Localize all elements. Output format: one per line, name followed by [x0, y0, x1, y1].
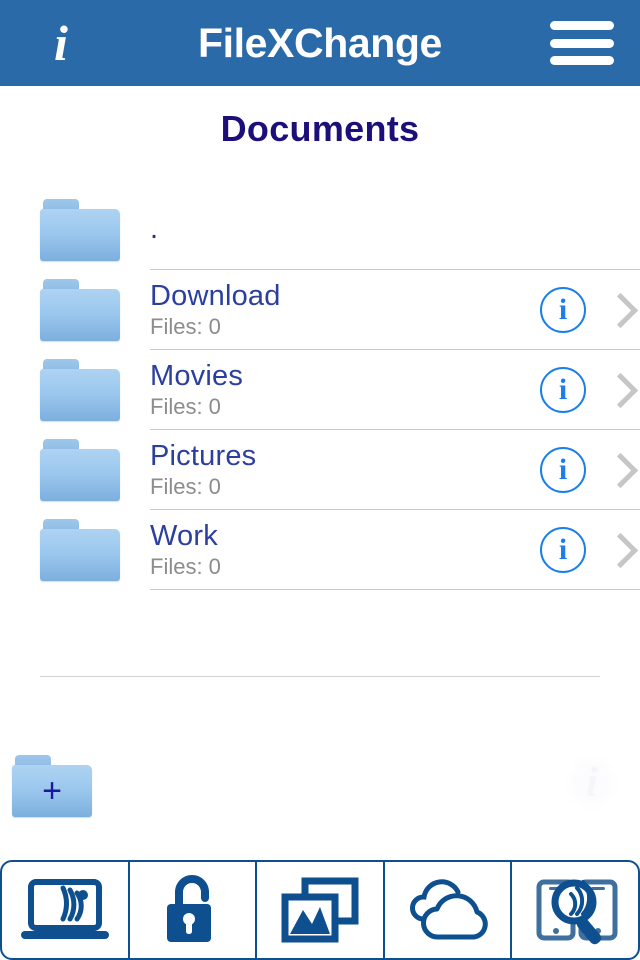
disabled-info-button[interactable]: i [566, 752, 618, 814]
gallery-images-icon [281, 877, 359, 943]
page-title: Documents [220, 108, 420, 149]
folder-icon [40, 279, 120, 341]
new-folder-icon: + [12, 755, 92, 817]
app-header: i FileXChange [0, 0, 640, 86]
info-icon[interactable]: i [540, 527, 586, 573]
info-icon[interactable]: i [540, 287, 586, 333]
folder-icon [40, 199, 120, 261]
list-item-actions: i [540, 510, 632, 590]
device-discovery-icon [536, 879, 618, 945]
list-item-text: Pictures Files: 0 i [150, 430, 640, 510]
list-item-actions: i [540, 350, 632, 430]
folder-name: . [150, 213, 159, 246]
list-divider [40, 676, 600, 677]
new-folder-button[interactable]: + [12, 755, 92, 817]
hamburger-bar [550, 38, 614, 48]
info-icon[interactable]: i [540, 367, 586, 413]
list-item-actions: i [540, 430, 632, 510]
chevron-right-icon[interactable] [606, 530, 632, 570]
info-icon[interactable]: i [540, 447, 586, 493]
list-item-text: Movies Files: 0 i [150, 350, 640, 430]
chevron-right-icon[interactable] [606, 290, 632, 330]
list-item[interactable]: Work Files: 0 i [0, 510, 640, 590]
laptop-wifi-icon [20, 879, 109, 939]
app-title: FileXChange [198, 19, 442, 66]
folder-icon [40, 359, 120, 421]
chevron-right-icon[interactable] [606, 370, 632, 410]
file-list: . Download Files: 0 i Movies Files: 0 i [0, 190, 640, 590]
chevron-right-icon[interactable] [606, 450, 632, 490]
list-item[interactable]: Download Files: 0 i [0, 270, 640, 350]
toolbar-button-laptop-wifi[interactable] [2, 862, 130, 958]
bottom-toolbar [0, 860, 640, 960]
folder-icon [40, 519, 120, 581]
toolbar-button-unlock[interactable] [130, 862, 258, 958]
list-item-text: . [150, 190, 640, 270]
plus-icon: + [42, 772, 62, 810]
info-icon[interactable]: i [34, 13, 88, 73]
hamburger-bar [550, 56, 614, 65]
toolbar-button-clouds[interactable] [385, 862, 513, 958]
folder-icon [40, 439, 120, 501]
toolbar-button-device-discovery[interactable] [512, 862, 638, 958]
toolbar-button-gallery[interactable] [257, 862, 385, 958]
list-item[interactable]: . [0, 190, 640, 270]
list-item[interactable]: Movies Files: 0 i [0, 350, 640, 430]
list-item-actions: i [540, 270, 632, 350]
list-item[interactable]: Pictures Files: 0 i [0, 430, 640, 510]
list-item-text: Download Files: 0 i [150, 270, 640, 350]
list-item-text: Work Files: 0 i [150, 510, 640, 590]
hamburger-menu-icon[interactable] [550, 18, 614, 68]
clouds-icon [409, 879, 488, 940]
unlocked-padlock-icon [167, 875, 212, 942]
hamburger-bar [550, 21, 614, 30]
